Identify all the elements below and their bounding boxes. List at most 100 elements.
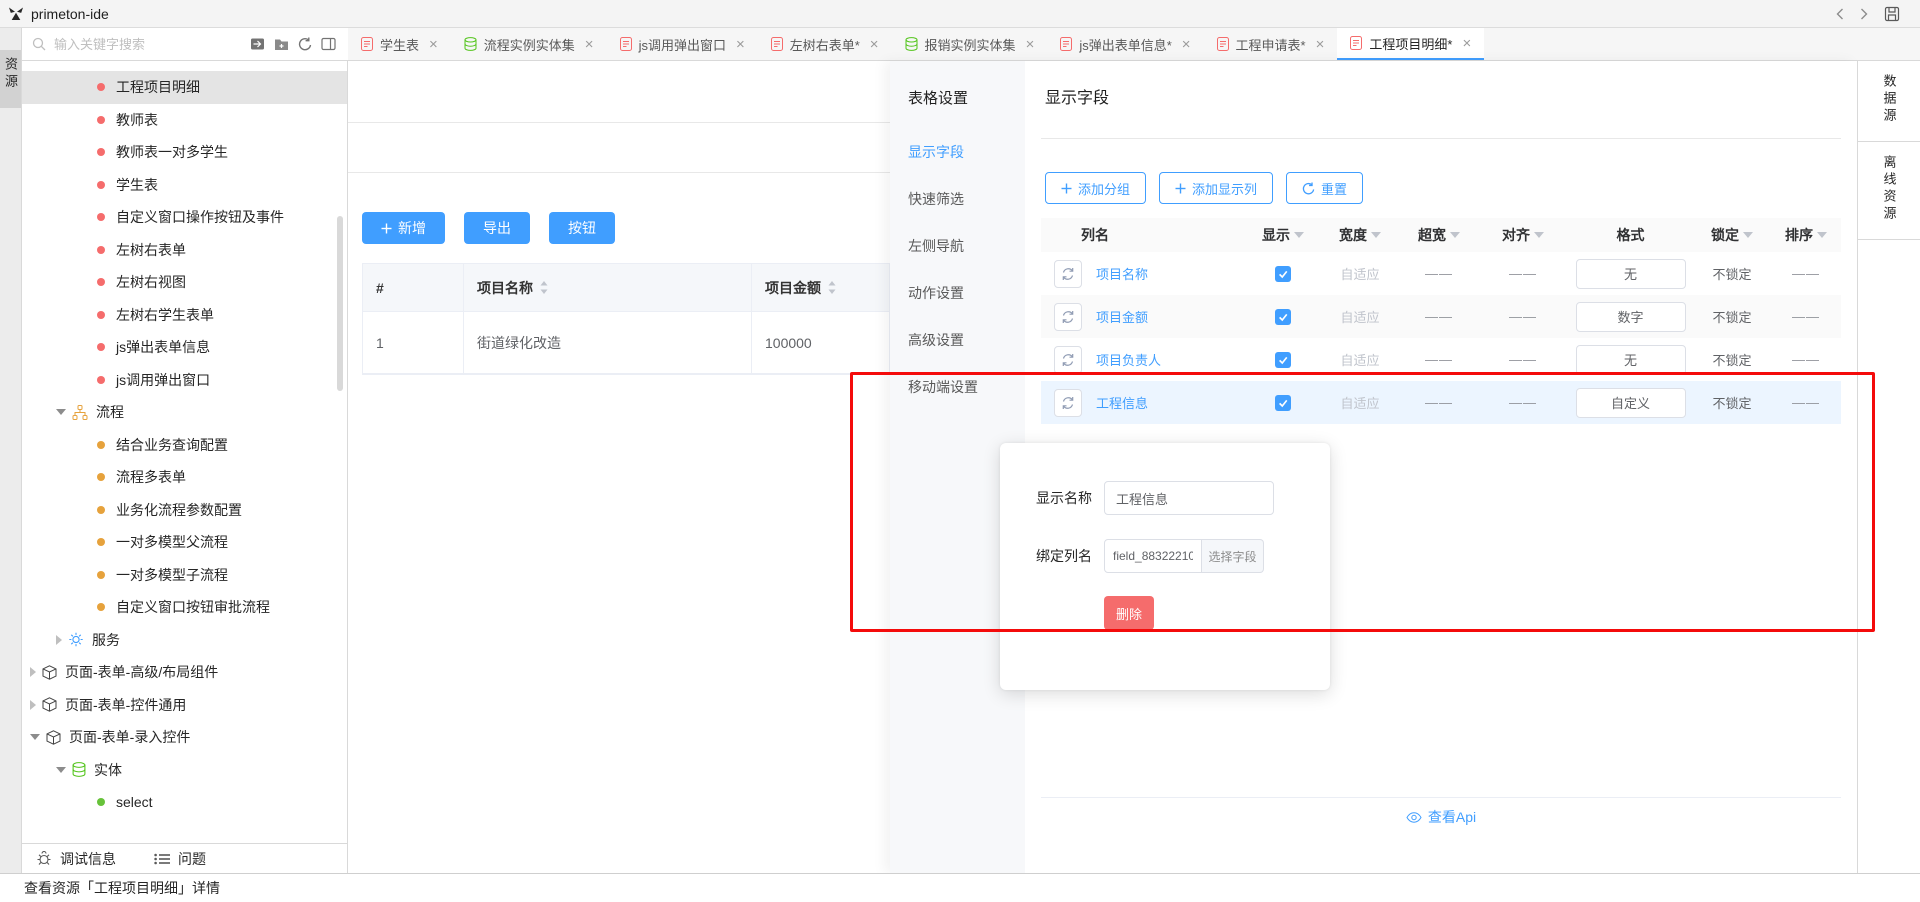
columns-table-row[interactable]: 项目名称自适应————无不锁定—— [1041, 252, 1841, 295]
nav-forward-icon[interactable] [1860, 8, 1868, 20]
column-width-value[interactable]: 自适应 [1320, 264, 1400, 283]
close-icon[interactable]: × [429, 37, 438, 52]
column-lock-value[interactable]: 不锁定 [1693, 350, 1771, 369]
tree-item[interactable]: js调用弹出窗口 [22, 364, 347, 397]
tree-item[interactable]: select [22, 786, 347, 819]
column-width-value[interactable]: 自适应 [1320, 307, 1400, 326]
panel-button[interactable]: 重置 [1286, 172, 1363, 204]
tree-item[interactable]: 左树右学生表单 [22, 299, 347, 332]
columns-table-row[interactable]: 项目负责人自适应————无不锁定—— [1041, 338, 1841, 381]
tree-item[interactable]: 教师表一对多学生 [22, 136, 347, 169]
chevron-right-icon[interactable] [30, 700, 36, 710]
column-name-link[interactable]: 项目金额 [1086, 307, 1246, 326]
tree-item[interactable]: 学生表 [22, 169, 347, 202]
sort-icon[interactable] [827, 280, 837, 295]
column-width-value[interactable]: 自适应 [1320, 393, 1400, 412]
search-input[interactable] [52, 36, 206, 53]
visible-checkbox[interactable] [1275, 352, 1291, 368]
visible-checkbox[interactable] [1275, 395, 1291, 411]
close-icon[interactable]: × [585, 37, 594, 52]
caret-down-icon[interactable] [1450, 232, 1460, 238]
chevron-right-icon[interactable] [56, 635, 62, 645]
tree-item[interactable]: 自定义窗口操作按钮及事件 [22, 201, 347, 234]
canvas-button[interactable]: 按钮 [549, 212, 615, 244]
panel-button[interactable]: 添加分组 [1045, 172, 1146, 204]
tree-item[interactable]: 流程多表单 [22, 461, 347, 494]
chevron-down-icon[interactable] [56, 409, 66, 415]
tree-item[interactable]: 页面-表单-录入控件 [22, 721, 347, 754]
tree-item[interactable]: 自定义窗口按钮审批流程 [22, 591, 347, 624]
editor-tab[interactable]: js调用弹出窗口× [607, 28, 758, 60]
sync-field-button[interactable] [1054, 303, 1082, 331]
column-name-link[interactable]: 项目负责人 [1086, 350, 1246, 369]
editor-tab[interactable]: 流程实例实体集× [451, 28, 607, 60]
refresh-icon[interactable] [298, 37, 312, 51]
settings-nav-item[interactable]: 左侧导航 [890, 236, 1025, 256]
tree-item[interactable]: 实体 [22, 754, 347, 787]
caret-down-icon[interactable] [1371, 232, 1381, 238]
editor-tab[interactable]: 学生表× [348, 28, 451, 60]
sidebar-scrollbar[interactable] [337, 216, 343, 391]
editor-tab[interactable]: 左树右表单*× [758, 28, 892, 60]
sync-field-button[interactable] [1054, 346, 1082, 374]
delete-button[interactable]: 删除 [1104, 596, 1154, 630]
chevron-down-icon[interactable] [56, 767, 66, 773]
tree-item[interactable]: 左树右表单 [22, 234, 347, 267]
tree-item[interactable]: 流程 [22, 396, 347, 429]
tree-item[interactable]: js弹出表单信息 [22, 331, 347, 364]
columns-table-row[interactable]: 项目金额自适应————数字不锁定—— [1041, 295, 1841, 338]
editor-tab[interactable]: 报销实例实体集× [892, 28, 1048, 60]
tree-item[interactable]: 业务化流程参数配置 [22, 494, 347, 527]
visible-checkbox[interactable] [1275, 266, 1291, 282]
close-icon[interactable]: × [736, 37, 745, 52]
visible-checkbox[interactable] [1275, 309, 1291, 325]
close-icon[interactable]: × [1026, 37, 1035, 52]
caret-down-icon[interactable] [1743, 232, 1753, 238]
tree-item[interactable]: 结合业务查询配置 [22, 429, 347, 462]
tree-item[interactable]: 一对多模型父流程 [22, 526, 347, 559]
sort-icon[interactable] [539, 280, 549, 295]
right-strip-tab[interactable]: 数据源 [1858, 61, 1920, 142]
sync-field-button[interactable] [1054, 389, 1082, 417]
bottom-tab-debug[interactable]: 调试信息 [36, 849, 116, 869]
caret-down-icon[interactable] [1294, 232, 1304, 238]
settings-nav-item[interactable]: 动作设置 [890, 283, 1025, 303]
chevron-right-icon[interactable] [30, 667, 36, 677]
table-row[interactable]: 1街道绿化改造100000 [363, 312, 889, 374]
tree-item[interactable]: 页面-表单-高级/布局组件 [22, 656, 347, 689]
format-select[interactable]: 数字 [1576, 302, 1686, 332]
close-icon[interactable]: × [1316, 37, 1325, 52]
collapse-icon[interactable] [321, 37, 336, 51]
bind-column-input[interactable] [1104, 539, 1202, 573]
column-lock-value[interactable]: 不锁定 [1693, 393, 1771, 412]
close-icon[interactable]: × [1182, 37, 1191, 52]
tree-item[interactable]: 工程项目明细 [22, 71, 347, 104]
settings-nav-item[interactable]: 快速筛选 [890, 189, 1025, 209]
tree-item[interactable]: 教师表 [22, 104, 347, 137]
save-icon[interactable] [1884, 6, 1900, 22]
column-lock-value[interactable]: 不锁定 [1693, 307, 1771, 326]
new-folder-icon[interactable] [274, 38, 289, 51]
close-icon[interactable]: × [870, 37, 879, 52]
caret-down-icon[interactable] [1534, 232, 1544, 238]
format-select[interactable]: 无 [1576, 259, 1686, 289]
canvas-button[interactable]: 新增 [362, 212, 445, 244]
editor-tab[interactable]: js弹出表单信息*× [1047, 28, 1203, 60]
close-icon[interactable]: × [1462, 36, 1471, 51]
column-name-link[interactable]: 工程信息 [1086, 393, 1246, 412]
chevron-down-icon[interactable] [30, 734, 40, 740]
nav-back-icon[interactable] [1836, 8, 1844, 20]
choose-field-button[interactable]: 选择字段 [1202, 539, 1264, 573]
tree-item[interactable]: 左树右视图 [22, 266, 347, 299]
caret-down-icon[interactable] [1817, 232, 1827, 238]
settings-nav-item[interactable]: 显示字段 [890, 142, 1025, 162]
column-lock-value[interactable]: 不锁定 [1693, 264, 1771, 283]
format-select[interactable]: 无 [1576, 345, 1686, 375]
tree-item[interactable]: 一对多模型子流程 [22, 559, 347, 592]
right-strip-tab[interactable]: 离线资源 [1858, 142, 1920, 240]
sync-field-button[interactable] [1054, 260, 1082, 288]
format-select[interactable]: 自定义 [1576, 388, 1686, 418]
canvas-button[interactable]: 导出 [464, 212, 530, 244]
column-width-value[interactable]: 自适应 [1320, 350, 1400, 369]
columns-table-row[interactable]: 工程信息自适应————自定义不锁定—— [1041, 381, 1841, 424]
